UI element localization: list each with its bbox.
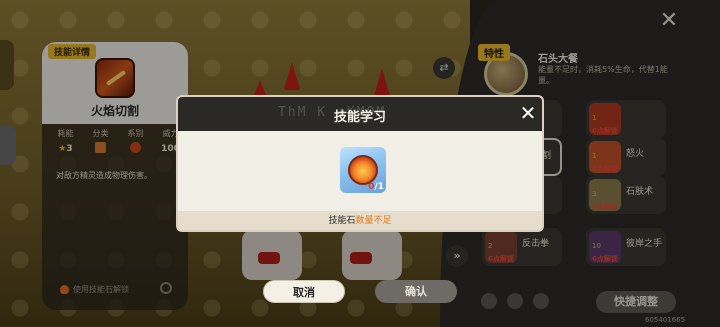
dialog-footer: 技能石数量不足	[178, 211, 542, 230]
stone-count: 0/1	[368, 182, 384, 192]
dialog-title: 技能学习	[333, 110, 386, 125]
cancel-button[interactable]: 取消	[263, 280, 345, 303]
fire-orb-icon	[348, 155, 378, 185]
footer-warning: 数量不足	[355, 216, 392, 226]
stone-need: /1	[374, 182, 384, 192]
skill-stone-icon: 0/1	[340, 147, 386, 193]
dialog-header: ThM K +KMOM 技能学习 ✕	[178, 97, 542, 131]
skill-learn-dialog: ThM K +KMOM 技能学习 ✕ 0/1 技能石数量不足	[176, 95, 544, 232]
footer-prefix: 技能石	[328, 216, 356, 226]
dialog-close-icon[interactable]: ✕	[517, 102, 539, 124]
confirm-button[interactable]: 确认	[375, 280, 457, 303]
